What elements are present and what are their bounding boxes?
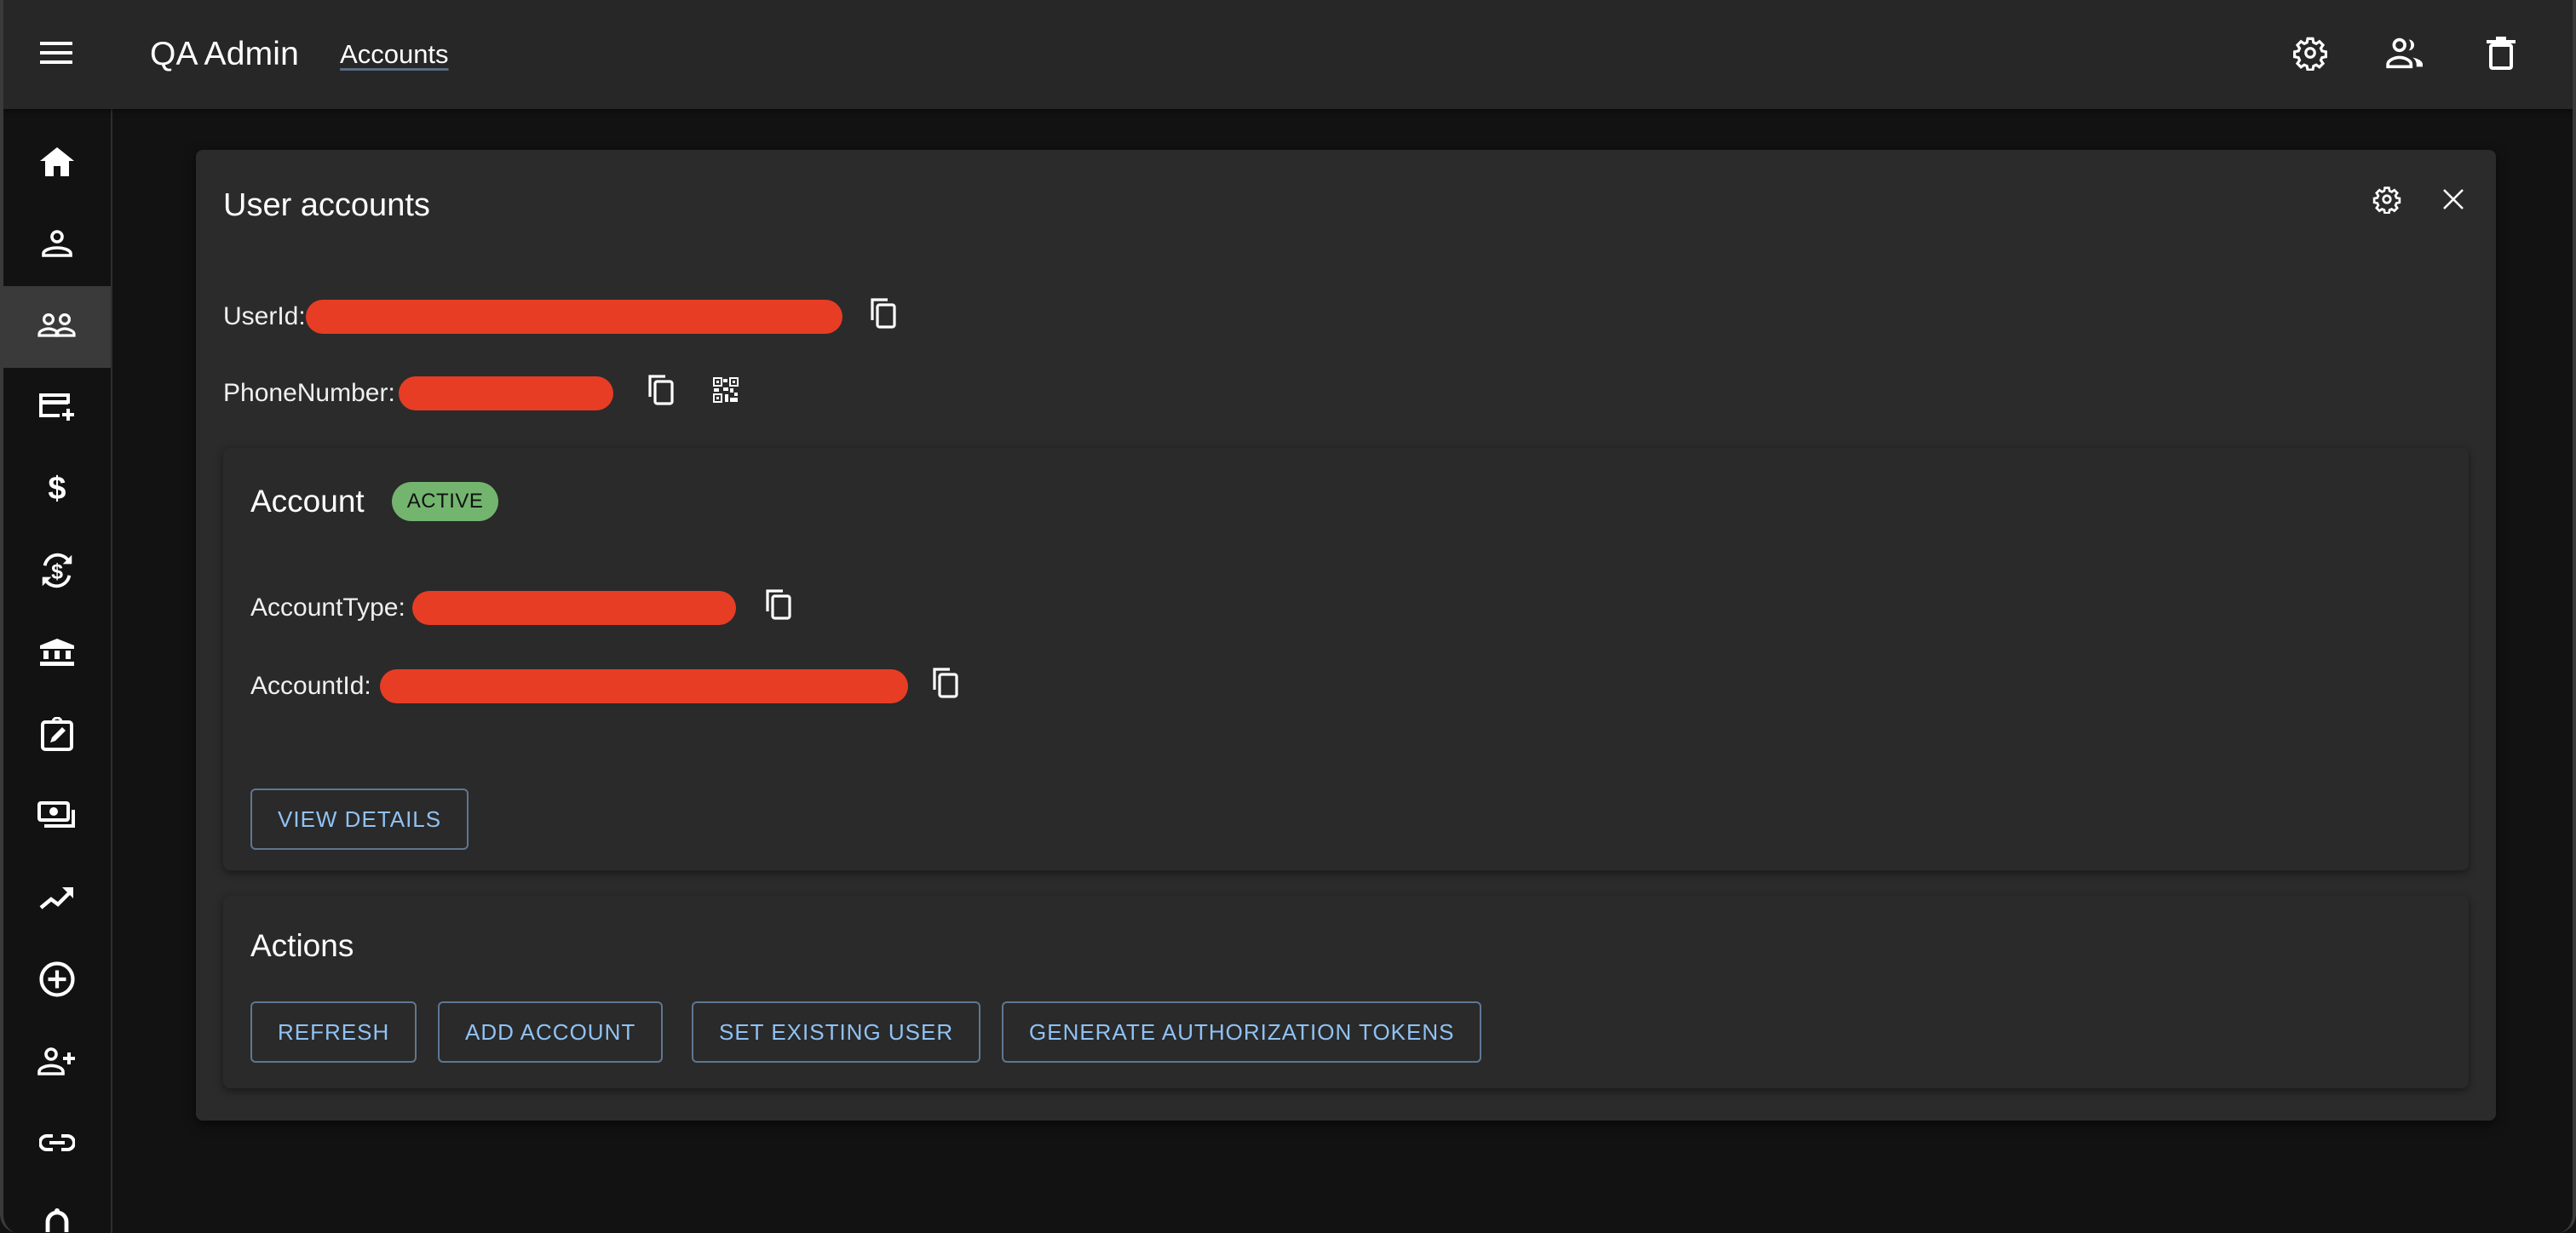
svg-text:$: $	[51, 559, 63, 583]
view-details-button[interactable]: VIEW DETAILS	[250, 789, 469, 850]
settings-gear-icon	[2372, 185, 2401, 218]
currency-exchange-icon: $	[37, 551, 77, 594]
home-icon	[40, 146, 74, 181]
dollar-icon: $	[47, 471, 67, 510]
add-account-button[interactable]: ADD ACCOUNT	[438, 1001, 664, 1063]
sidebar-item-home[interactable]	[3, 123, 111, 204]
generate-authorization-tokens-button[interactable]: GENERATE AUTHORIZATION TOKENS	[1002, 1001, 1482, 1063]
menu-button[interactable]	[29, 27, 83, 82]
bank-icon	[40, 638, 74, 670]
copy-icon	[933, 668, 958, 705]
copy-account-type-button[interactable]	[755, 584, 802, 632]
svg-text:$: $	[48, 472, 66, 506]
settings-button[interactable]	[2278, 22, 2343, 87]
card-close-button[interactable]	[2426, 174, 2481, 228]
people-icon	[2385, 36, 2426, 74]
account-id-label: AccountId:	[250, 672, 371, 700]
add-card-icon	[37, 392, 77, 427]
account-id-value-redacted	[379, 669, 908, 703]
assignment-edit-icon	[41, 716, 73, 755]
sidebar-item-add[interactable]	[3, 940, 111, 1022]
card-settings-button[interactable]	[2360, 174, 2414, 228]
sidebar-item-add-user[interactable]	[3, 1022, 111, 1104]
person-icon	[42, 229, 72, 261]
account-type-row: AccountType:	[250, 584, 802, 632]
trending-up-icon	[39, 886, 75, 914]
qr-code-icon	[712, 377, 739, 410]
hamburger-menu-icon	[40, 40, 72, 70]
app-bar: QA Admin Accounts	[3, 0, 2573, 109]
copy-icon	[648, 375, 674, 412]
actions-title: Actions	[250, 928, 354, 963]
sidebar-item-notifications[interactable]	[3, 1185, 111, 1233]
main-content: User accounts UserId: PhoneNumber: Accou…	[114, 109, 2573, 1233]
copy-user-id-button[interactable]	[860, 293, 907, 341]
account-header: Account ACTIVE	[250, 482, 499, 521]
sidebar-item-exchange[interactable]: $	[3, 531, 111, 613]
app-window: QA Admin Accounts $ $ User accounts User…	[0, 0, 2576, 1233]
settings-gear-icon	[2292, 35, 2328, 75]
copy-account-id-button[interactable]	[922, 662, 969, 710]
qr-code-button[interactable]	[702, 370, 750, 417]
account-card: Account ACTIVE AccountType: AccountId: V…	[223, 448, 2469, 870]
user-id-value-redacted	[305, 300, 842, 334]
payments-icon	[37, 800, 77, 834]
sidebar-item-trends[interactable]	[3, 858, 111, 940]
close-icon	[2442, 188, 2464, 215]
users-button[interactable]	[2373, 22, 2438, 87]
card-title: User accounts	[223, 187, 430, 223]
sidebar-item-links[interactable]	[3, 1104, 111, 1185]
user-id-label: UserId:	[223, 302, 306, 330]
status-badge: ACTIVE	[391, 482, 499, 521]
user-id-row: UserId:	[223, 293, 907, 341]
set-existing-user-button[interactable]: SET EXISTING USER	[692, 1001, 981, 1063]
phone-number-label: PhoneNumber:	[223, 379, 395, 407]
phone-number-value-redacted	[398, 376, 613, 410]
phone-number-row: PhoneNumber:	[223, 370, 750, 417]
copy-icon	[766, 589, 791, 627]
breadcrumb-accounts[interactable]: Accounts	[340, 39, 449, 70]
card-header-actions	[2360, 174, 2481, 228]
account-type-label: AccountType:	[250, 594, 405, 622]
sidebar-item-bank[interactable]	[3, 613, 111, 695]
delete-button[interactable]	[2469, 22, 2533, 87]
copy-icon	[871, 298, 896, 335]
person-add-icon	[37, 1047, 77, 1080]
account-type-value-redacted	[411, 591, 736, 625]
sidebar: $ $	[3, 109, 112, 1233]
actions-card: Actions REFRESH ADD ACCOUNT SET EXISTING…	[223, 896, 2469, 1088]
user-accounts-card: User accounts UserId: PhoneNumber: Accou…	[196, 150, 2496, 1121]
sidebar-item-user[interactable]	[3, 204, 111, 286]
sidebar-item-add-card[interactable]	[3, 368, 111, 450]
copy-phone-button[interactable]	[637, 370, 685, 417]
notification-bell-icon	[44, 1208, 70, 1233]
sidebar-item-cash[interactable]	[3, 777, 111, 858]
link-icon	[38, 1133, 76, 1156]
refresh-button[interactable]: REFRESH	[250, 1001, 417, 1063]
sidebar-item-payments[interactable]: $	[3, 450, 111, 531]
sidebar-item-tasks[interactable]	[3, 695, 111, 777]
trash-icon	[2487, 36, 2516, 74]
people-icon	[37, 313, 77, 341]
account-title: Account	[250, 484, 365, 519]
app-title: QA Admin	[150, 36, 300, 72]
account-id-row: AccountId:	[250, 662, 969, 710]
add-circle-icon	[39, 961, 75, 1001]
sidebar-item-accounts[interactable]	[3, 286, 111, 368]
appbar-actions	[2278, 22, 2533, 87]
